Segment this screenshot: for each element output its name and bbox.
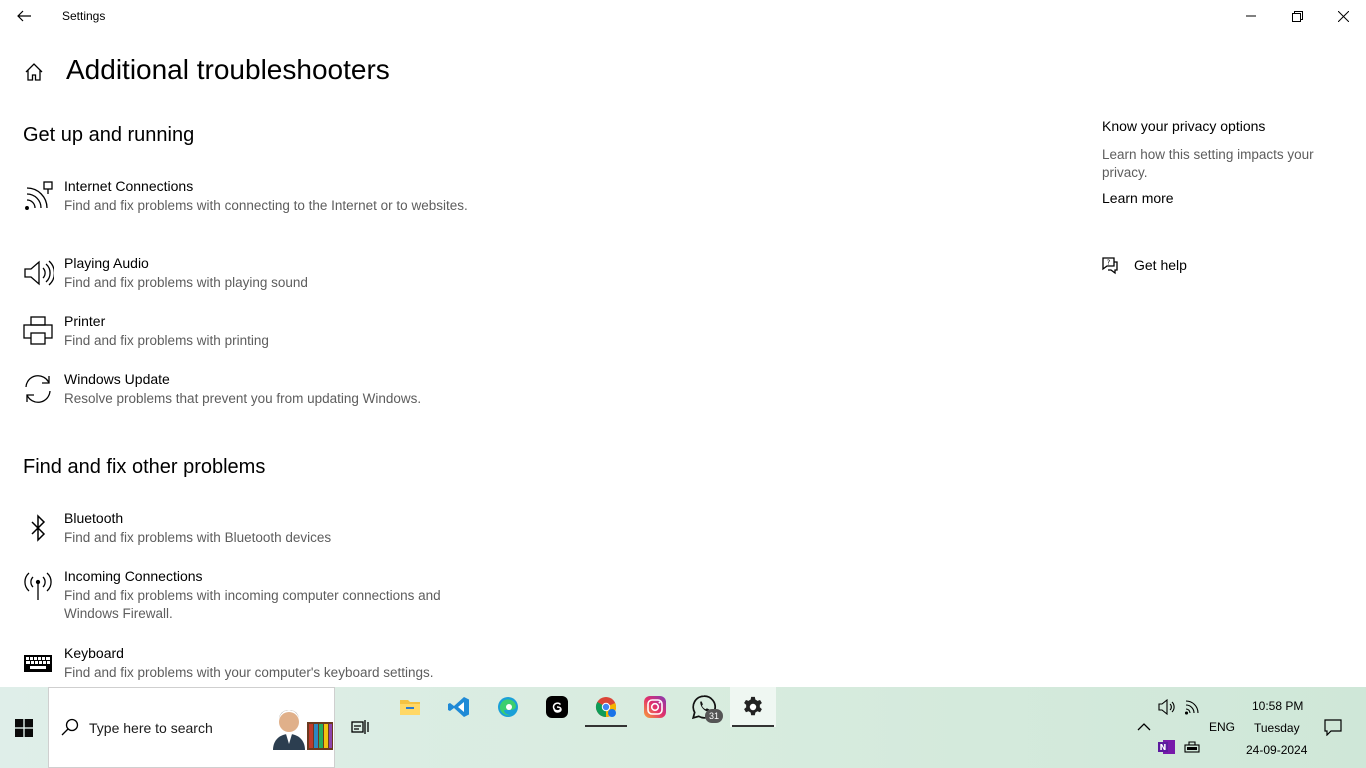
taskbar-file-explorer[interactable]	[387, 687, 433, 727]
search-highlight-illustration	[273, 710, 333, 750]
chrome-icon	[595, 697, 617, 718]
item-description: Find and fix problems with printing	[64, 333, 269, 348]
item-name: Playing Audio	[64, 255, 149, 271]
network-icon[interactable]	[1184, 699, 1202, 715]
minimize-icon	[1246, 15, 1256, 17]
item-name: Windows Update	[64, 371, 170, 387]
section-title-get-up-and-running: Get up and running	[23, 124, 195, 146]
task-view-icon	[351, 720, 369, 734]
section-title-find-and-fix-other-problems: Find and fix other problems	[23, 456, 266, 478]
vscode-icon	[448, 697, 469, 717]
privacy-panel: Know your privacy options Learn how this…	[1102, 118, 1342, 206]
page-title: Additional troubleshooters	[66, 54, 390, 85]
taskbar-chrome[interactable]	[583, 687, 629, 727]
close-icon	[1337, 10, 1349, 22]
threads-icon	[546, 696, 568, 718]
home-icon	[25, 63, 43, 81]
task-view-button[interactable]	[337, 707, 383, 747]
taskbar-settings[interactable]	[730, 687, 776, 727]
get-help-label: Get help	[1134, 257, 1187, 273]
minimize-button[interactable]	[1228, 0, 1274, 32]
instagram-icon	[644, 696, 666, 718]
chevron-up-icon	[1137, 723, 1151, 731]
battery-icon[interactable]	[1184, 740, 1202, 754]
restore-button[interactable]	[1274, 0, 1320, 32]
show-hidden-icons-button[interactable]	[1130, 707, 1158, 747]
item-description: Find and fix problems with your computer…	[64, 665, 434, 680]
action-center-button[interactable]	[1320, 707, 1346, 747]
get-help-link[interactable]: ? Get help	[1100, 254, 1187, 276]
item-description: Resolve problems that prevent you from u…	[64, 391, 422, 406]
back-button[interactable]	[8, 0, 40, 32]
item-description: Find and fix problems with connecting to…	[64, 198, 468, 213]
clock-day[interactable]: Tuesday	[1254, 721, 1300, 735]
item-description: Find and fix problems with Bluetooth dev…	[64, 530, 332, 545]
search-icon	[61, 718, 79, 736]
taskbar-vscode[interactable]	[436, 687, 482, 727]
item-name: Printer	[64, 313, 106, 329]
antenna-icon	[20, 568, 56, 604]
item-name: Keyboard	[64, 645, 124, 661]
privacy-text: Learn how this setting impacts your priv…	[1102, 147, 1314, 180]
help-chat-icon: ?	[1102, 257, 1118, 275]
volume-icon[interactable]	[1158, 699, 1176, 715]
item-description: Find and fix problems with incoming comp…	[64, 588, 441, 621]
restore-icon	[1291, 10, 1303, 22]
item-name: Incoming Connections	[64, 568, 203, 584]
back-arrow-icon	[17, 10, 31, 22]
search-placeholder: Type here to search	[89, 720, 213, 736]
system-tray: ENG N 10:58 PM Tuesday 24-09-2024	[1130, 687, 1366, 768]
item-name: Internet Connections	[64, 178, 194, 194]
keyboard-icon	[20, 645, 56, 681]
title-bar: Settings	[0, 0, 1366, 32]
privacy-heading: Know your privacy options	[1102, 118, 1266, 134]
clock-time[interactable]: 10:58 PM	[1252, 699, 1303, 713]
notifications-icon	[1324, 719, 1342, 736]
language-indicator[interactable]: ENG	[1209, 720, 1235, 734]
settings-icon	[744, 696, 762, 716]
file-explorer-icon	[400, 700, 420, 715]
taskbar-instagram[interactable]	[632, 687, 678, 727]
close-button[interactable]	[1320, 0, 1366, 32]
bluetooth-icon	[20, 510, 56, 546]
taskbar-threads[interactable]	[534, 687, 580, 727]
edge-icon	[498, 697, 518, 717]
svg-text:?: ?	[1107, 259, 1111, 267]
speaker-icon	[20, 255, 56, 291]
svg-text:N: N	[1160, 743, 1167, 752]
learn-more-link[interactable]: Learn more	[1102, 190, 1342, 206]
taskbar-edge[interactable]	[485, 687, 531, 727]
clock-date[interactable]: 24-09-2024	[1246, 743, 1307, 757]
home-button[interactable]	[20, 58, 48, 86]
window-title: Settings	[62, 9, 106, 23]
onenote-icon[interactable]: N	[1158, 739, 1176, 755]
item-description: Find and fix problems with playing sound	[64, 275, 308, 290]
item-name: Bluetooth	[64, 510, 124, 526]
refresh-icon	[20, 371, 56, 407]
start-button[interactable]	[0, 687, 48, 768]
printer-icon	[20, 313, 56, 349]
taskbar-whatsapp[interactable]: 31	[681, 687, 727, 727]
windows-logo-icon	[15, 718, 33, 737]
taskbar: Type here to search 31 ENG N 10:58 PM Tu…	[0, 687, 1366, 768]
internet-connections-icon	[20, 178, 56, 214]
whatsapp-notification-badge: 31	[705, 709, 723, 723]
taskbar-search-box[interactable]: Type here to search	[48, 687, 335, 768]
